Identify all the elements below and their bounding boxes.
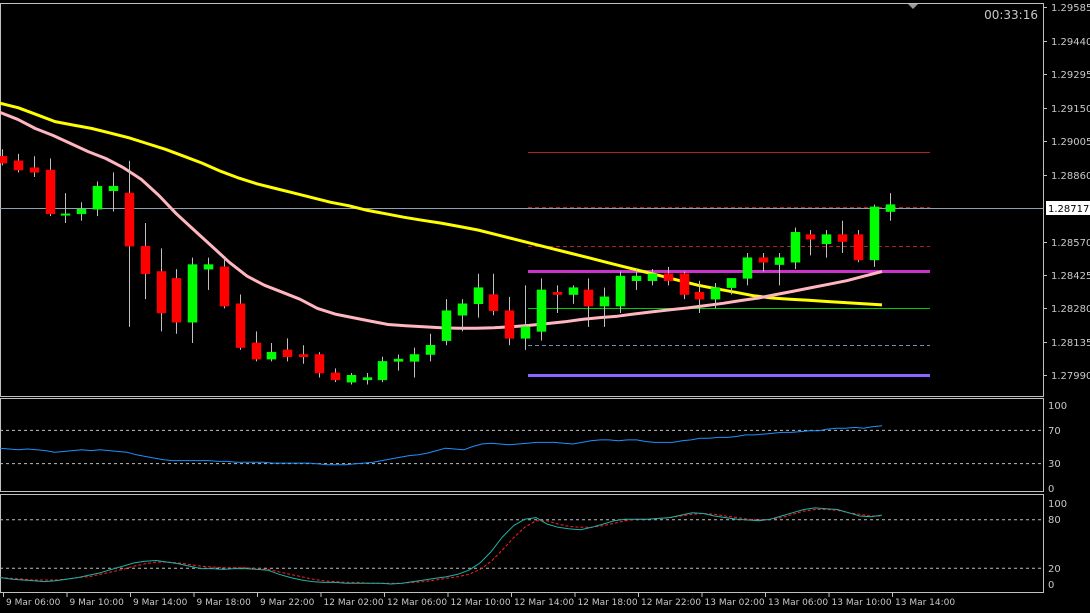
candle-body: [885, 204, 896, 212]
candle-body: [187, 264, 198, 323]
price-tick-label: 1.29440: [1051, 37, 1090, 48]
stoch-tick-label: 0: [1048, 580, 1054, 591]
price-tick-label: 1.27990: [1051, 371, 1090, 382]
candle-body: [647, 273, 658, 281]
candle-body: [76, 208, 87, 215]
price-tick-label: 1.28425: [1051, 271, 1090, 282]
stoch-tick-label: 20: [1048, 564, 1061, 575]
time-tick-label: 13 Mar 14:00: [895, 598, 955, 608]
candle-body: [663, 273, 674, 281]
candle-body: [29, 167, 40, 173]
price-tick-label: 1.28570: [1051, 238, 1090, 249]
candle-body: [615, 275, 626, 307]
candle-body: [805, 234, 816, 240]
candle-body: [346, 374, 357, 383]
time-tick-label: 12 Mar 14:00: [514, 598, 574, 608]
time-tick-label: 13 Mar 10:00: [832, 598, 892, 608]
candle-body: [124, 192, 135, 247]
candle-body: [314, 354, 325, 374]
time-tick-label: 13 Mar 02:00: [705, 598, 765, 608]
candle-body: [583, 289, 594, 307]
candle-body: [853, 234, 864, 261]
candle-body: [282, 349, 293, 358]
trading-chart[interactable]: 00:33:16 1.29585 1.29440 1.29295 1.29150 1.2…: [0, 0, 1090, 613]
candle-body: [520, 326, 531, 339]
candle-body: [330, 372, 341, 381]
candle-body: [790, 232, 801, 263]
time-tick-label: 9 Mar 14:00: [133, 598, 188, 608]
candle-body: [488, 294, 499, 311]
rsi-tick-label: 100: [1048, 401, 1067, 412]
price-tick-label: 1.28280: [1051, 304, 1090, 315]
candle-body: [377, 361, 388, 381]
time-tick-label: 12 Mar 22:00: [641, 598, 701, 608]
candle-body: [473, 287, 484, 305]
time-tick-label: 12 Mar 18:00: [578, 598, 638, 608]
candle-body: [710, 287, 721, 300]
candle-body: [251, 342, 262, 360]
candle-body: [821, 234, 832, 245]
candle-body: [568, 287, 579, 295]
candle-body: [45, 169, 56, 215]
time-tick-label: 12 Mar 02:00: [324, 598, 384, 608]
candle-body: [60, 213, 71, 216]
stoch-tick-label: 100: [1048, 499, 1067, 510]
candle-body: [742, 257, 753, 279]
candle-body: [441, 310, 452, 341]
time-tick-label: 9 Mar 10:00: [70, 598, 125, 608]
time-tick-label: 9 Mar 06:00: [6, 598, 61, 608]
candle-body: [13, 160, 24, 171]
candle-body: [837, 234, 848, 242]
time-tick-label: 9 Mar 22:00: [260, 598, 315, 608]
candle-body: [694, 291, 705, 300]
candle-body: [679, 273, 690, 295]
rsi-tick-label: 30: [1048, 459, 1061, 470]
price-tick-label: 1.29005: [1051, 137, 1090, 148]
candle-body: [92, 185, 103, 210]
candle-body: [409, 354, 420, 362]
price-tick-label: 1.29295: [1051, 70, 1090, 81]
candle-body: [235, 303, 246, 348]
current-price-label: 1.28717: [1048, 204, 1089, 215]
candle-body: [631, 275, 642, 281]
rsi-tick-label: 70: [1048, 426, 1061, 437]
candle-body: [457, 303, 468, 316]
candle-body: [758, 257, 769, 263]
candle-body: [393, 358, 404, 362]
candle-body: [552, 291, 563, 295]
time-tick-label: 12 Mar 10:00: [451, 598, 511, 608]
candle-body: [171, 278, 182, 323]
candle-body: [869, 206, 880, 261]
candle-body: [156, 271, 167, 314]
candle-body: [425, 345, 436, 355]
candle-body: [599, 296, 610, 307]
candle-body: [219, 266, 230, 307]
candle-body: [536, 289, 547, 332]
price-tick-label: 1.29150: [1051, 104, 1090, 115]
stoch-tick-label: 80: [1048, 515, 1061, 526]
candle-timer: 00:33:16: [984, 8, 1038, 22]
candle-body: [298, 354, 309, 358]
candle-body: [0, 155, 8, 164]
candle-body: [726, 278, 737, 288]
price-tick-label: 1.29585: [1051, 3, 1090, 14]
time-tick-label: 9 Mar 18:00: [197, 598, 252, 608]
time-tick-label: 12 Mar 06:00: [387, 598, 447, 608]
candle-body: [504, 310, 515, 339]
candle-body: [774, 257, 785, 265]
candle-body: [108, 185, 119, 192]
rsi-tick-label: 0: [1048, 484, 1054, 495]
candle-body: [140, 245, 151, 275]
price-tick-label: 1.28860: [1051, 171, 1090, 182]
time-tick-label: 13 Mar 06:00: [768, 598, 828, 608]
candle-body: [362, 377, 373, 381]
price-tick-label: 1.28135: [1051, 338, 1090, 349]
candle-body: [203, 264, 214, 270]
candle-body: [266, 351, 277, 360]
